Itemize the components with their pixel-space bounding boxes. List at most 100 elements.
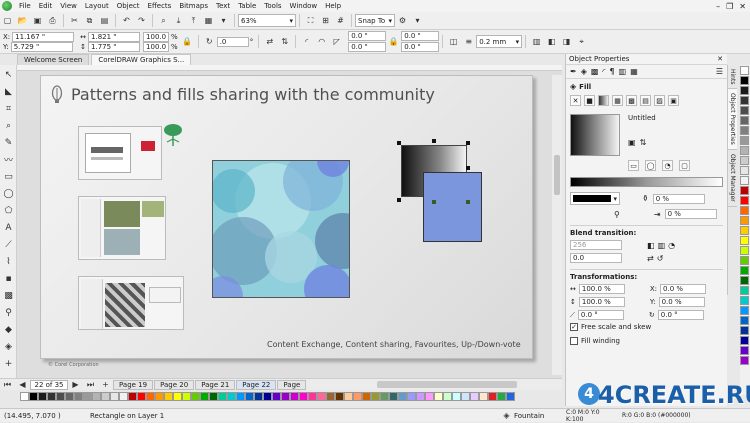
color-swatch[interactable]: [740, 136, 749, 145]
texture-fill-button[interactable]: ▨: [654, 95, 665, 106]
color-swatch[interactable]: [254, 392, 263, 401]
postscript-fill-button[interactable]: ▣: [668, 95, 679, 106]
color-swatch[interactable]: [740, 226, 749, 235]
color-swatch[interactable]: [20, 392, 29, 401]
color-swatch[interactable]: [740, 176, 749, 185]
color-swatch[interactable]: [227, 392, 236, 401]
selection-handle[interactable]: [466, 141, 470, 145]
add-tool-icon[interactable]: +: [1, 356, 16, 371]
page-tab[interactable]: Page 19: [113, 379, 154, 390]
corner-radius-1-field[interactable]: 0.0 ": [348, 31, 387, 41]
paste-icon[interactable]: ▤: [98, 14, 111, 27]
x-position-field[interactable]: 11.167 ": [12, 31, 75, 42]
save-icon[interactable]: ▣: [31, 14, 44, 27]
conical-fountain-button[interactable]: ◔: [662, 160, 673, 171]
menu-help[interactable]: Help: [321, 2, 345, 10]
fill-node-handle[interactable]: [466, 200, 470, 204]
color-swatch[interactable]: [209, 392, 218, 401]
pick-tool-icon[interactable]: ↖: [1, 67, 16, 82]
lock-ratio-icon[interactable]: 🔒: [181, 35, 194, 48]
uniform-fill-button[interactable]: ■: [584, 95, 595, 106]
open-icon[interactable]: 📂: [16, 14, 29, 27]
color-swatch[interactable]: [335, 392, 344, 401]
fill-preview[interactable]: [570, 114, 620, 156]
vertical-scroll-thumb[interactable]: [554, 155, 560, 195]
color-swatch[interactable]: [470, 392, 479, 401]
color-swatch[interactable]: [290, 392, 299, 401]
panel-close-icon[interactable]: ✕: [717, 55, 723, 63]
two-color-pattern-button[interactable]: ▤: [640, 95, 651, 106]
page-tab[interactable]: Page 20: [154, 379, 195, 390]
parallel-dimension-icon[interactable]: ⟋: [1, 237, 16, 252]
snap-to-dropdown[interactable]: Snap To ▾: [355, 14, 395, 27]
color-swatch[interactable]: [740, 246, 749, 255]
menu-effects[interactable]: Effects: [144, 2, 176, 10]
frame-tab-icon[interactable]: ▦: [630, 67, 638, 76]
color-swatch[interactable]: [740, 66, 749, 75]
color-swatch[interactable]: [740, 186, 749, 195]
rectangle-tool-icon[interactable]: ▭: [1, 169, 16, 184]
fill-rotation-field[interactable]: 0.0 °: [657, 310, 704, 320]
color-swatch[interactable]: [398, 392, 407, 401]
corner-radius-2-field[interactable]: 0.0 ": [401, 31, 440, 41]
color-swatch[interactable]: [218, 392, 227, 401]
color-swatch[interactable]: [119, 392, 128, 401]
horizontal-scroll-thumb[interactable]: [377, 381, 518, 388]
fountain-fill-button[interactable]: [598, 95, 609, 106]
tab-welcome-screen[interactable]: Welcome Screen: [17, 54, 90, 65]
outline-width-icon[interactable]: ≡: [462, 35, 475, 48]
color-swatch[interactable]: [83, 392, 92, 401]
color-swatch[interactable]: [128, 392, 137, 401]
color-swatch[interactable]: [416, 392, 425, 401]
blend-linear-icon[interactable]: ◧: [647, 241, 655, 250]
color-swatch[interactable]: [740, 256, 749, 265]
color-swatch[interactable]: [47, 392, 56, 401]
page-counter[interactable]: 22 of 35: [30, 379, 68, 390]
freehand-tool-icon[interactable]: ✎: [1, 135, 16, 150]
color-swatch[interactable]: [353, 392, 362, 401]
first-page-icon[interactable]: ⏮: [1, 378, 14, 391]
zoom-tool-icon[interactable]: ⌕: [1, 118, 16, 133]
rectangular-fountain-button[interactable]: ▢: [679, 160, 690, 171]
color-swatch[interactable]: [155, 392, 164, 401]
drop-shadow-icon[interactable]: ▪: [1, 271, 16, 286]
smooth-transition-icon[interactable]: ⇄: [647, 254, 654, 263]
menu-bitmaps[interactable]: Bitmaps: [175, 2, 212, 10]
undo-icon[interactable]: ↶: [120, 14, 133, 27]
color-swatch[interactable]: [371, 392, 380, 401]
redo-icon[interactable]: ↷: [135, 14, 148, 27]
tab-object-properties[interactable]: Object Properties: [728, 89, 737, 151]
color-swatch[interactable]: [740, 196, 749, 205]
rulers-icon[interactable]: ⊞: [319, 14, 332, 27]
color-swatch[interactable]: [425, 392, 434, 401]
corners-tab-icon[interactable]: ◜: [602, 67, 605, 76]
gradient-stops-bar[interactable]: [570, 177, 723, 187]
color-swatch[interactable]: [740, 216, 749, 225]
to-front-icon[interactable]: ◧: [545, 35, 558, 48]
no-fill-button[interactable]: ✕: [570, 95, 581, 106]
interactive-fill-icon[interactable]: ◆: [1, 322, 16, 337]
zoom-combo[interactable]: 63% ▾: [238, 14, 296, 27]
wrap-text-icon[interactable]: ▥: [530, 35, 543, 48]
to-back-icon[interactable]: ◨: [560, 35, 573, 48]
rotation-field[interactable]: .0: [216, 36, 249, 47]
menu-file[interactable]: File: [15, 2, 35, 10]
color-swatch[interactable]: [740, 106, 749, 115]
blend-clockwise-icon[interactable]: ◔: [668, 241, 675, 250]
add-page-icon[interactable]: +: [99, 378, 112, 391]
color-swatch[interactable]: [740, 156, 749, 165]
scale-y-field[interactable]: 100.0: [143, 41, 170, 52]
color-swatch[interactable]: [740, 266, 749, 275]
reverse-icon[interactable]: ↺: [657, 254, 664, 263]
tab-object-manager[interactable]: Object Manager: [728, 150, 737, 207]
color-swatch[interactable]: [146, 392, 155, 401]
color-swatch[interactable]: [443, 392, 452, 401]
color-swatch[interactable]: [272, 392, 281, 401]
smart-fill-icon[interactable]: ◈: [1, 339, 16, 354]
tab-hints[interactable]: Hints: [728, 65, 737, 90]
color-swatch[interactable]: [461, 392, 470, 401]
color-swatch[interactable]: [317, 392, 326, 401]
color-swatch[interactable]: [173, 392, 182, 401]
y-position-field[interactable]: 5.729 ": [10, 41, 73, 52]
restore-icon[interactable]: ❐: [726, 2, 733, 11]
